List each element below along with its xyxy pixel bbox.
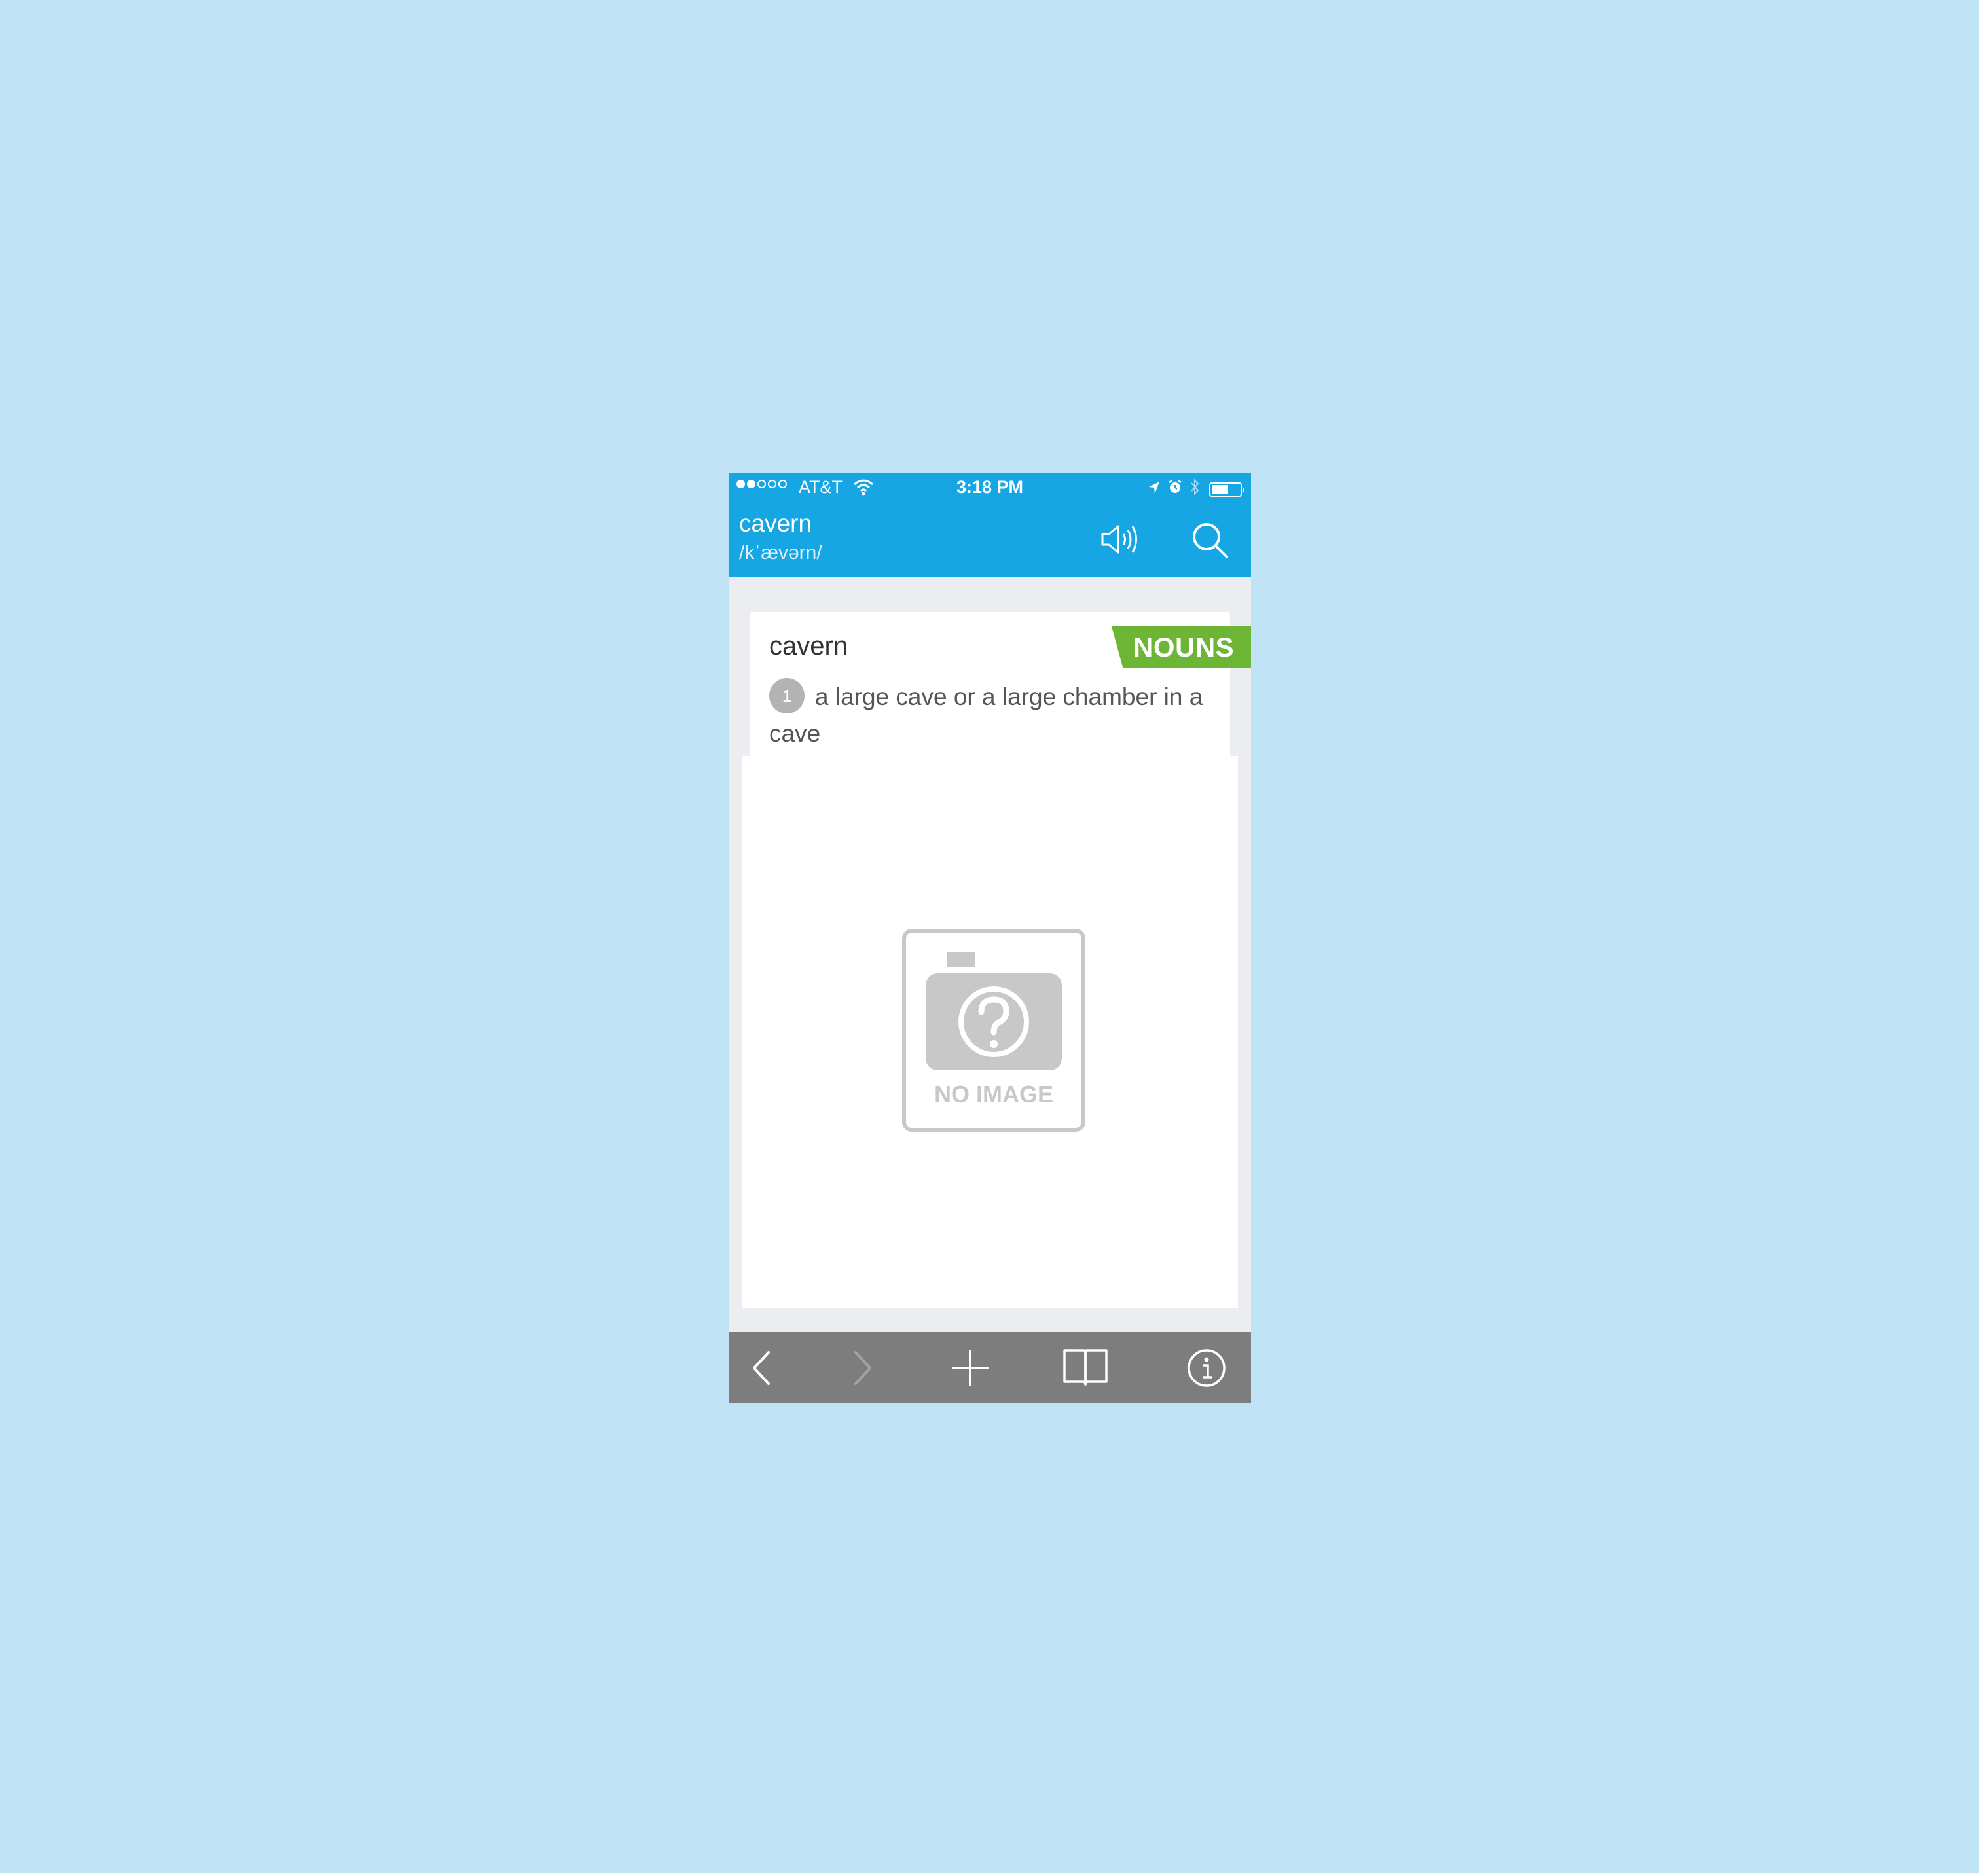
entry-word: cavern — [769, 632, 848, 660]
pronunciation-text: /kˈævərn/ — [739, 542, 822, 564]
add-icon — [952, 1349, 989, 1386]
image-panel: NO IMAGE — [742, 756, 1238, 1308]
bottom-toolbar — [729, 1332, 1251, 1403]
header-word-title: cavern — [739, 510, 812, 537]
search-button[interactable] — [1190, 521, 1231, 560]
dictionary-book-button[interactable] — [1059, 1332, 1112, 1403]
search-icon — [1193, 523, 1228, 558]
part-of-speech-label: NOUNS — [1133, 632, 1235, 662]
definition-text: a large cave or a large chamber in a cav… — [769, 683, 1203, 747]
alarm-icon — [1167, 479, 1183, 499]
part-of-speech-badge: NOUNS — [1112, 626, 1251, 668]
info-button[interactable] — [1184, 1332, 1229, 1403]
info-icon — [1188, 1348, 1226, 1387]
book-icon — [1063, 1348, 1108, 1386]
speaker-button[interactable] — [1098, 521, 1142, 558]
battery-icon — [1209, 482, 1244, 497]
page-bottom-edge — [0, 1873, 1979, 1876]
forward-button[interactable] — [843, 1332, 882, 1403]
back-button[interactable] — [742, 1332, 781, 1403]
location-arrow-icon — [1148, 479, 1161, 499]
phone-screen: AT&T 3:18 PM cavern /kˈævərn/ cavern NOU… — [729, 473, 1251, 1403]
no-image-placeholder: NO IMAGE — [902, 929, 1085, 1132]
definition-card: cavern NOUNS 1 a large cave or a large c… — [750, 612, 1251, 756]
forward-icon — [854, 1350, 871, 1385]
no-image-label: NO IMAGE — [934, 1081, 1053, 1108]
app-header: cavern /kˈævərn/ — [729, 503, 1251, 577]
bluetooth-icon — [1189, 478, 1200, 500]
status-bar: AT&T 3:18 PM — [729, 473, 1251, 503]
speaker-icon — [1101, 525, 1137, 554]
add-button[interactable] — [947, 1332, 994, 1403]
back-icon — [753, 1350, 770, 1385]
